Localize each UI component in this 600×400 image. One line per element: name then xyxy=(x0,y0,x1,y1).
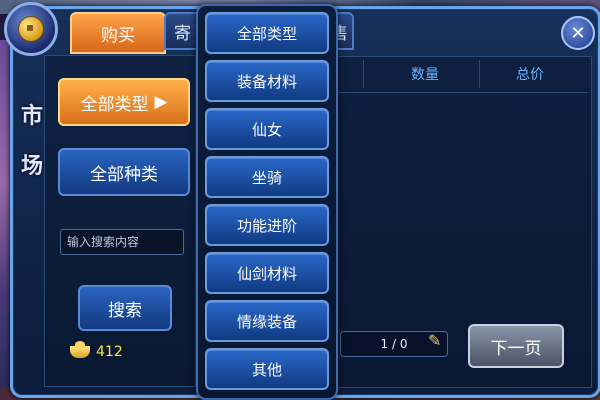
dropdown-item[interactable]: 功能进阶 xyxy=(205,204,329,246)
dropdown-item[interactable]: 装备材料 xyxy=(205,60,329,102)
type-dropdown: 全部类型 装备材料 仙女 坐骑 功能进阶 仙剑材料 情缘装备 其他 xyxy=(196,4,338,400)
dropdown-item[interactable]: 其他 xyxy=(205,348,329,390)
gold-amount: 412 xyxy=(96,344,123,360)
column-divider xyxy=(363,60,364,88)
tab-buy[interactable]: 购买 xyxy=(70,12,166,54)
coin-badge xyxy=(4,2,58,56)
chevron-right-icon: ▶ xyxy=(154,92,168,112)
close-icon: ✕ xyxy=(570,22,586,44)
coin-icon xyxy=(18,16,44,42)
pen-icon[interactable]: ✎ xyxy=(428,331,446,353)
next-page-button[interactable]: 下一页 xyxy=(468,324,564,368)
all-kinds-button[interactable]: 全部种类 xyxy=(58,148,190,196)
gold-balance: 412 xyxy=(70,341,123,360)
search-button[interactable]: 搜索 xyxy=(78,285,172,331)
search-input[interactable] xyxy=(60,229,184,255)
column-quantity: 数量 xyxy=(411,67,439,83)
market-side-title: 市 场 xyxy=(20,92,44,192)
dropdown-item[interactable]: 坐骑 xyxy=(205,156,329,198)
all-types-label: 全部类型 xyxy=(80,94,149,115)
side-title-char: 场 xyxy=(20,154,43,179)
dropdown-item[interactable]: 仙剑材料 xyxy=(205,252,329,294)
gold-ingot-icon xyxy=(70,341,90,358)
side-title-char: 市 xyxy=(20,104,43,129)
dropdown-item[interactable]: 仙女 xyxy=(205,108,329,150)
dropdown-item[interactable]: 情缘装备 xyxy=(205,300,329,342)
column-divider xyxy=(479,60,480,88)
column-total-price: 总价 xyxy=(516,67,544,83)
dropdown-item[interactable]: 全部类型 xyxy=(205,12,329,54)
close-button[interactable]: ✕ xyxy=(561,16,595,50)
all-types-button[interactable]: 全部类型 ▶ xyxy=(58,78,190,126)
